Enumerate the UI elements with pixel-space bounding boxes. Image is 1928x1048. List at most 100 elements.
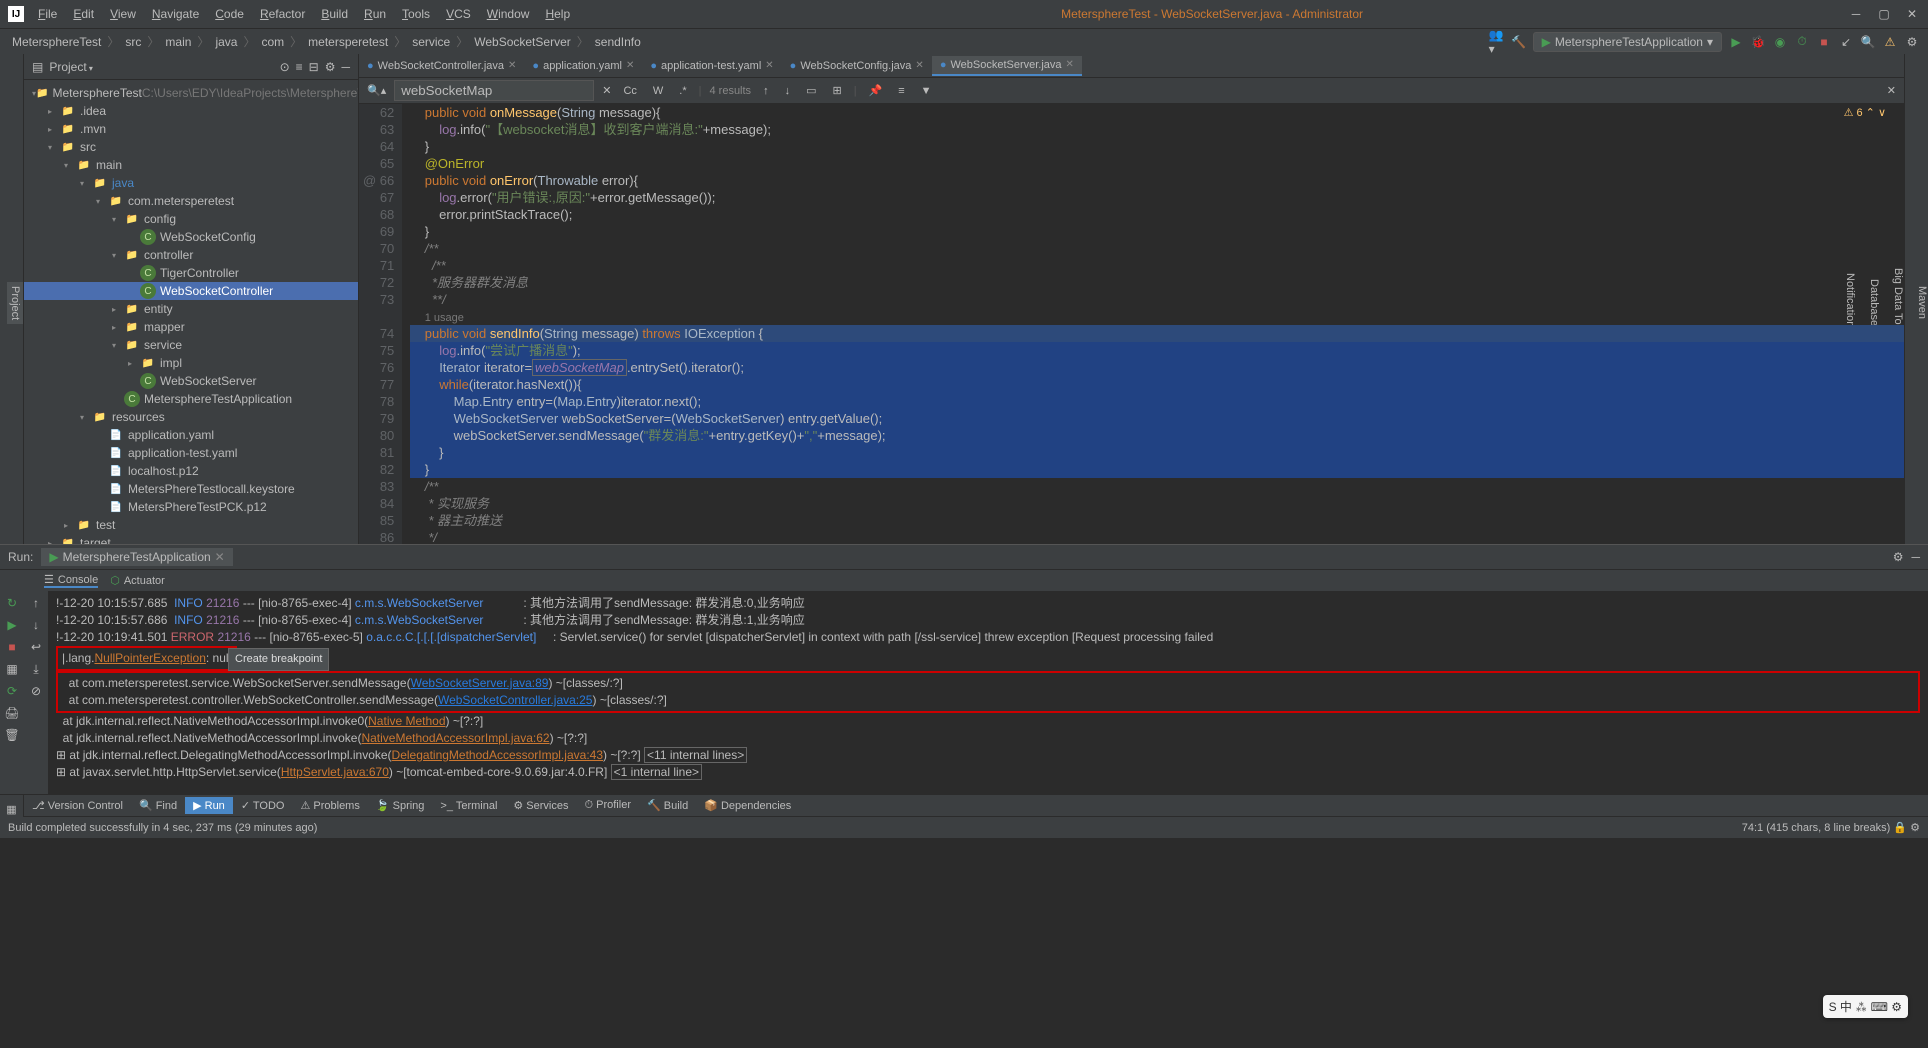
editor-tab[interactable]: ● WebSocketController.java ✕ — [359, 57, 524, 75]
run-config-selector[interactable]: ▶MetersphereTestApplication▾ — [1533, 32, 1722, 52]
regex-toggle[interactable]: .* — [675, 83, 690, 99]
menu-run[interactable]: Run — [358, 5, 392, 23]
bottom-tab-version-control[interactable]: ⎇ Version Control — [24, 797, 131, 814]
prev-match-icon[interactable]: ↑ — [759, 83, 773, 99]
maven-tool-tab[interactable]: Maven — [1916, 286, 1928, 319]
breadcrumb-item[interactable]: src — [121, 35, 145, 49]
console-output[interactable]: !-12-20 10:15:57.685 INFO 21216 --- [nio… — [48, 591, 1928, 794]
tree-item--idea[interactable]: 📁.idea — [24, 102, 358, 120]
users-icon[interactable]: 👥▾ — [1489, 34, 1505, 50]
bottom-tab-run[interactable]: ▶ Run — [185, 797, 233, 814]
funnel-icon[interactable]: ▼ — [917, 83, 936, 99]
tree-item-application-yaml[interactable]: 📄application.yaml — [24, 426, 358, 444]
ide-errors-icon[interactable]: ⚠ — [1882, 34, 1898, 50]
tree-item--mvn[interactable]: 📁.mvn — [24, 120, 358, 138]
menu-refactor[interactable]: Refactor — [254, 5, 311, 23]
collapse-all-icon[interactable]: ⊟ — [309, 60, 319, 74]
scroll-icon[interactable]: ⤓ — [28, 661, 44, 677]
hammer-icon[interactable]: 🔨 — [1511, 34, 1527, 50]
menu-build[interactable]: Build — [315, 5, 354, 23]
inspection-badge[interactable]: ⚠ 6 ⌃ ∨ — [1844, 106, 1886, 119]
minimize-button[interactable]: ─ — [1848, 7, 1864, 21]
bottom-tab-terminal[interactable]: >_ Terminal — [432, 798, 505, 814]
breadcrumb-item[interactable]: java — [211, 35, 241, 49]
bottom-tab-profiler[interactable]: ⏱ Profiler — [577, 797, 639, 814]
console-tab[interactable]: ☰ Console — [44, 573, 98, 588]
run-icon[interactable]: ▶ — [4, 617, 20, 633]
tree-item-resources[interactable]: 📁resources — [24, 408, 358, 426]
project-view-selector[interactable]: Project — [49, 60, 93, 74]
settings-icon[interactable]: ⚙ — [325, 60, 336, 74]
structure-tool-tab[interactable]: ▦ — [6, 803, 16, 816]
close-find-icon[interactable]: ✕ — [1887, 84, 1896, 97]
clear-icon[interactable]: ⊘ — [28, 683, 44, 699]
whole-word-toggle[interactable]: W — [649, 83, 667, 99]
close-button[interactable]: ✕ — [1904, 7, 1920, 21]
breadcrumb-item[interactable]: com — [257, 35, 288, 49]
menu-code[interactable]: Code — [209, 5, 250, 23]
editor-tab[interactable]: ● application.yaml ✕ — [524, 57, 642, 75]
rerun-icon[interactable]: ↻ — [4, 595, 20, 611]
tree-item-main[interactable]: 📁main — [24, 156, 358, 174]
git-update-icon[interactable]: ↙ — [1838, 34, 1854, 50]
editor-tab[interactable]: ● WebSocketConfig.java ✕ — [782, 57, 932, 75]
tree-item-meterspheretestlocall-keystore[interactable]: 📄MetersPhereTestlocall.keystore — [24, 480, 358, 498]
project-tool-tab[interactable]: Project — [7, 282, 23, 324]
match-case-toggle[interactable]: Cc — [619, 83, 640, 99]
expand-all-icon[interactable]: ≡ — [296, 60, 303, 74]
coverage-button[interactable]: ◉ — [1772, 34, 1788, 50]
caret-position[interactable]: 74:1 (415 chars, 8 line breaks) 🔒 ⚙ — [1742, 821, 1920, 834]
tree-item-meterspheretestpck-p12[interactable]: 📄MetersPhereTestPCK.p12 — [24, 498, 358, 516]
run-config-tab[interactable]: ▶MetersphereTestApplication✕ — [41, 548, 232, 566]
run-button[interactable]: ▶ — [1728, 34, 1744, 50]
breadcrumb-item[interactable]: WebSocketServer — [470, 35, 575, 49]
tree-item-websocketcontroller[interactable]: CWebSocketController — [24, 282, 358, 300]
hide-icon[interactable]: ─ — [341, 60, 350, 74]
tree-item-application-test-yaml[interactable]: 📄application-test.yaml — [24, 444, 358, 462]
tree-item-target[interactable]: 📁target — [24, 534, 358, 544]
tree-item-java[interactable]: 📁java — [24, 174, 358, 192]
tree-item-localhost-p12[interactable]: 📄localhost.p12 — [24, 462, 358, 480]
wrap-icon[interactable]: ↩ — [28, 639, 44, 655]
breadcrumb-item[interactable]: MetersphereTest — [8, 35, 105, 49]
bottom-tab-dependencies[interactable]: 📦 Dependencies — [696, 797, 799, 814]
menu-navigate[interactable]: Navigate — [146, 5, 205, 23]
tree-item-tigercontroller[interactable]: CTigerController — [24, 264, 358, 282]
breadcrumb-item[interactable]: sendInfo — [591, 35, 645, 49]
menu-tools[interactable]: Tools — [396, 5, 436, 23]
menu-edit[interactable]: Edit — [67, 5, 100, 23]
tree-item-config[interactable]: 📁config — [24, 210, 358, 228]
tree-item-test[interactable]: 📁test — [24, 516, 358, 534]
select-opened-file-icon[interactable]: ⊙ — [280, 60, 290, 74]
debug-restart-icon[interactable]: ⟳ — [4, 683, 20, 699]
breadcrumb-item[interactable]: metersperetest — [304, 35, 392, 49]
tree-item-service[interactable]: 📁service — [24, 336, 358, 354]
tree-item-src[interactable]: 📁src — [24, 138, 358, 156]
code-editor[interactable]: 62 63 64 65@ 66 67 68 69 70 71 72 73 74 … — [359, 104, 1904, 544]
bottom-tab-spring[interactable]: 🍃 Spring — [368, 797, 433, 814]
hide-run-icon[interactable]: ─ — [1911, 550, 1920, 564]
up-icon[interactable]: ↑ — [28, 595, 44, 611]
search-icon[interactable]: 🔍 — [1860, 34, 1876, 50]
run-settings-icon[interactable]: ⚙ — [1893, 550, 1904, 564]
tree-item-websocketserver[interactable]: CWebSocketServer — [24, 372, 358, 390]
select-all-icon[interactable]: ▭ — [802, 82, 820, 99]
profile-button[interactable]: ⏱ — [1794, 34, 1810, 50]
bottom-tab-find[interactable]: 🔍 Find — [131, 797, 185, 814]
ime-indicator[interactable]: S 中 ⁂ ⌨ ⚙ — [1823, 995, 1908, 1018]
bottom-tab-problems[interactable]: ⚠ Problems — [292, 797, 367, 814]
stop-button[interactable]: ■ — [1816, 34, 1832, 50]
bottom-tab-services[interactable]: ⚙ Services — [505, 797, 576, 814]
close-search-icon[interactable]: ✕ — [602, 84, 611, 97]
menu-file[interactable]: File — [32, 5, 63, 23]
tree-item-impl[interactable]: 📁impl — [24, 354, 358, 372]
delete-icon[interactable]: 🗑 — [4, 727, 20, 743]
tree-item-com-metersperetest[interactable]: 📁com.metersperetest — [24, 192, 358, 210]
tree-item-websocketconfig[interactable]: CWebSocketConfig — [24, 228, 358, 246]
new-search-icon[interactable]: ⊞ — [828, 82, 845, 99]
down-icon[interactable]: ↓ — [28, 617, 44, 633]
next-match-icon[interactable]: ↓ — [781, 83, 795, 99]
layout-icon[interactable]: ▦ — [4, 661, 20, 677]
editor-tab[interactable]: ● application-test.yaml ✕ — [642, 57, 781, 75]
menu-window[interactable]: Window — [481, 5, 536, 23]
